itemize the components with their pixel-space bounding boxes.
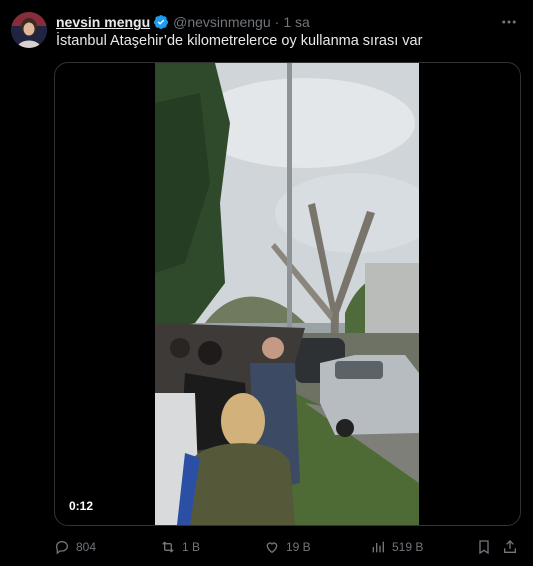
tweet[interactable]: nevsin mengu @nevsinmengu · 1 sa İstanbu… [0,0,533,566]
author-handle[interactable]: @nevsinmengu [173,14,271,30]
reply-button[interactable]: 804 [54,536,96,558]
repost-icon [162,541,174,553]
repost-button[interactable]: 1 B [160,536,200,558]
views-button[interactable]: 519 B [370,536,423,558]
views-count: 519 B [392,540,424,554]
bookmark-icon [479,540,489,555]
video-player[interactable]: 0:12 [54,62,521,526]
share-icon [504,540,516,553]
reply-count: 804 [76,540,97,554]
tweet-text: İstanbul Ataşehir’de kilometrelerce oy k… [56,33,423,49]
timestamp[interactable]: 1 sa [283,14,309,30]
repost-count: 1 B [182,540,201,554]
action-bar: 804 1 B 19 B 519 B [54,536,520,558]
like-button[interactable]: 19 B [264,536,311,558]
verified-badge-icon [154,15,169,29]
video-duration: 0:12 [69,499,94,513]
views-icon [372,541,384,553]
avatar[interactable] [11,12,47,48]
author-name[interactable]: nevsin mengu [56,14,150,30]
bookmark-button[interactable] [476,536,498,558]
like-count: 19 B [286,540,311,554]
heart-icon [266,542,278,554]
more-options-icon[interactable] [499,12,519,32]
tweet-header: nevsin mengu @nevsinmengu · 1 sa [56,12,310,32]
video-frame[interactable] [155,63,419,525]
reply-icon [55,540,69,555]
separator-dot: · [274,14,280,30]
share-button[interactable] [502,536,524,558]
